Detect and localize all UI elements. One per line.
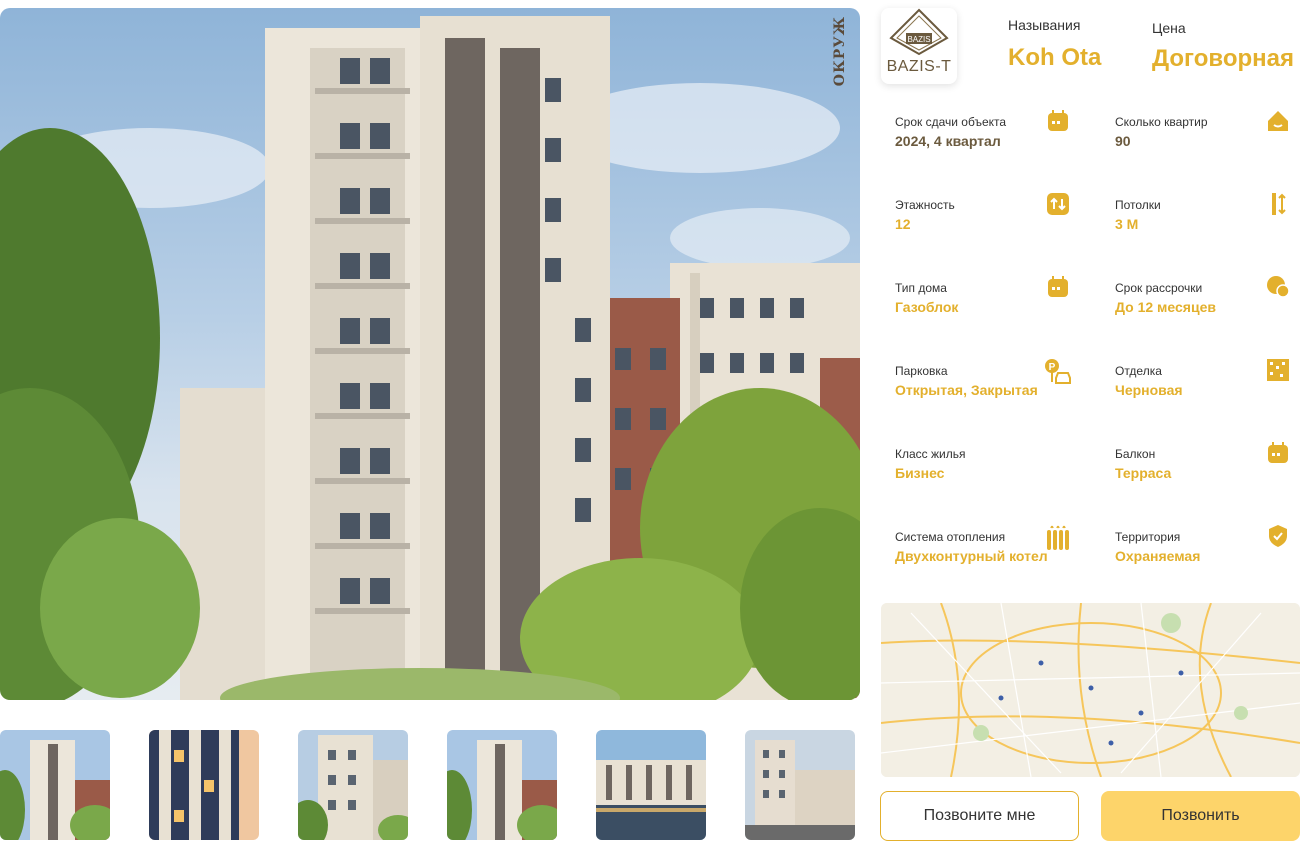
floors-icon bbox=[1047, 193, 1069, 215]
spec-value: 2024, 4 квартал bbox=[895, 133, 1001, 149]
calendar-icon bbox=[1048, 110, 1068, 131]
home-icon bbox=[1268, 111, 1288, 131]
spec-label: Балкон bbox=[1115, 447, 1156, 461]
spec-label: Класс жилья bbox=[895, 447, 966, 461]
spec-value: 90 bbox=[1115, 133, 1131, 149]
spec-delivery: Срок сдачи объекта 2024, 4 квартал bbox=[895, 110, 1085, 175]
spec-housing-class: Класс жилья Бизнес bbox=[895, 447, 1085, 507]
spec-label: Срок сдачи объекта bbox=[895, 115, 1007, 129]
spec-label: Парковка bbox=[895, 364, 948, 378]
location-map[interactable] bbox=[881, 603, 1300, 777]
spec-label: Этажность bbox=[895, 198, 955, 212]
spec-heating: Система отопления Двухконтурный котел bbox=[895, 525, 1085, 590]
ceiling-height-icon bbox=[1272, 193, 1286, 215]
spec-apartments: Сколько квартир 90 bbox=[1115, 111, 1301, 175]
logo-badge: BAZIS bbox=[907, 35, 930, 44]
spec-value: Двухконтурный котел bbox=[895, 548, 1048, 564]
spec-installment: Срок рассрочки До 12 месяцев bbox=[1115, 276, 1301, 341]
spec-territory: Территория Охраняемая bbox=[1115, 525, 1301, 590]
spec-parking: Парковка Открытая, Закрытая P bbox=[895, 359, 1085, 424]
name-label: Называния bbox=[1008, 17, 1081, 33]
spec-value: Бизнес bbox=[895, 465, 945, 481]
price-label: Цена bbox=[1152, 20, 1186, 36]
thumbnail-5[interactable] bbox=[596, 730, 706, 840]
thumbnail-1[interactable] bbox=[0, 730, 110, 840]
spec-balcony: Балкон Терраса bbox=[1115, 442, 1301, 507]
thumbnail-2[interactable] bbox=[149, 730, 259, 840]
name-value: Koh Ota bbox=[1008, 44, 1102, 71]
spec-value: До 12 месяцев bbox=[1115, 299, 1216, 315]
spec-value: Черновая bbox=[1115, 382, 1183, 398]
calendar-icon bbox=[1048, 276, 1068, 297]
main-photo[interactable]: ОКРУЖ bbox=[0, 8, 860, 700]
call-button[interactable]: Позвонить bbox=[1101, 791, 1300, 841]
price-value: Договорная bbox=[1152, 45, 1294, 72]
spec-label: Сколько квартир bbox=[1115, 115, 1208, 129]
spec-value: Открытая, Закрытая bbox=[895, 382, 1038, 398]
thumbnail-3[interactable] bbox=[298, 730, 408, 840]
spec-value: Терраса bbox=[1115, 465, 1172, 481]
spec-value: Газоблок bbox=[895, 299, 959, 315]
call-me-button[interactable]: Позвоните мне bbox=[880, 791, 1079, 841]
spec-value: 12 bbox=[895, 216, 911, 232]
shield-icon bbox=[1269, 525, 1287, 547]
spec-value: Охраняемая bbox=[1115, 548, 1201, 564]
spec-house-type: Тип дома Газоблок bbox=[895, 276, 1085, 341]
thumbnail-6[interactable] bbox=[745, 730, 855, 840]
map-image bbox=[881, 603, 1300, 777]
building-image bbox=[0, 16, 860, 700]
spec-label: Тип дома bbox=[895, 281, 947, 295]
thumbnail-4[interactable] bbox=[447, 730, 557, 840]
spec-value: 3 М bbox=[1115, 216, 1139, 232]
finishing-icon bbox=[1267, 359, 1289, 381]
spec-label: Территория bbox=[1115, 530, 1181, 544]
parking-icon: P bbox=[1045, 359, 1071, 384]
logo-text: BAZIS-T bbox=[886, 58, 952, 75]
radiator-icon bbox=[1047, 525, 1069, 550]
developer-logo[interactable]: BAZIS BAZIS-T bbox=[881, 8, 957, 84]
thumbnail-strip bbox=[0, 730, 860, 840]
spec-label: Система отопления bbox=[895, 530, 1006, 544]
spec-label: Отделка bbox=[1115, 364, 1162, 378]
spec-ceilings: Потолки 3 М bbox=[1115, 193, 1301, 258]
installment-icon bbox=[1267, 276, 1290, 298]
spec-finishing: Отделка Черновая bbox=[1115, 359, 1301, 424]
bazis-logo-icon: BAZIS bbox=[889, 8, 949, 56]
spec-label: Срок рассрочки bbox=[1115, 281, 1203, 295]
calendar-icon bbox=[1268, 442, 1288, 463]
spec-floors: Этажность 12 bbox=[895, 193, 1085, 258]
spec-label: Потолки bbox=[1115, 198, 1161, 212]
side-caption: ОКРУЖ bbox=[832, 16, 848, 87]
svg-text:P: P bbox=[1049, 362, 1056, 373]
